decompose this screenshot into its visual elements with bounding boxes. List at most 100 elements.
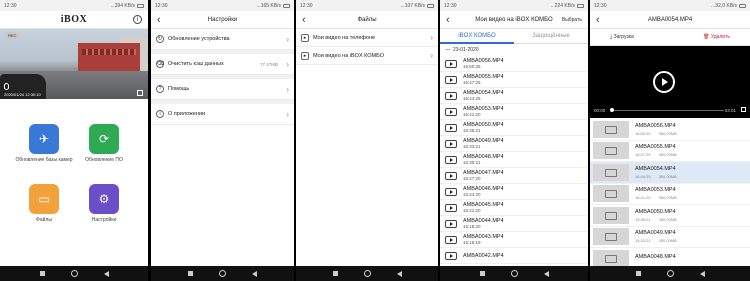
battery-icon — [137, 3, 144, 8]
live-view[interactable]: REC 2020/01/24 12:30:10 — [0, 29, 148, 99]
play-button[interactable] — [653, 71, 675, 93]
back-icon[interactable] — [396, 270, 402, 277]
system-nav-bar — [296, 266, 438, 281]
video-row[interactable]: AMBA0056.MP4 16:50:25 — [440, 56, 588, 72]
video-time: 15:36:21 — [463, 128, 481, 133]
tile-label: Настройки — [91, 217, 117, 223]
back-icon[interactable] — [103, 270, 109, 277]
settings-item-clear-cache[interactable]: ⌫ Очистить кэш данных 77,47MB › — [151, 54, 294, 75]
home-icon[interactable] — [510, 270, 518, 277]
tile-update-cameras[interactable]: ✈ Обновление базы камер — [14, 124, 74, 163]
video-name: AMBA0053.MP4 — [635, 187, 676, 194]
video-name: AMBA0048.MP4 — [635, 254, 676, 261]
tab-device[interactable]: iBOX КОМБО — [440, 29, 514, 44]
back-icon[interactable] — [543, 270, 549, 277]
video-row[interactable]: AMBA0044.MP4 15:18:20 — [440, 216, 588, 232]
home-icon[interactable] — [70, 270, 78, 277]
player-list-row[interactable]: AMBA0050.MP4 15:36:21 390,00MB — [590, 205, 750, 227]
delete-label: Удалить — [710, 34, 730, 40]
video-row[interactable]: AMBA0053.MP4 16:41:20 — [440, 104, 588, 120]
tile-label: Обновление базы камер — [15, 157, 73, 163]
player-list-row[interactable]: AMBA0053.MP4 16:41:20 390,00MB — [590, 184, 750, 205]
video-row[interactable]: AMBA0046.MP4 15:24:20 — [440, 184, 588, 200]
player-list-row[interactable]: AMBA0056.MP4 16:50:25 390,00MB — [590, 119, 750, 141]
files-item-device[interactable]: ▸ Мои видео на iBOX КОМБО › — [296, 47, 438, 65]
fullscreen-icon[interactable] — [741, 107, 746, 112]
recents-icon[interactable] — [635, 271, 641, 276]
video-icon: ▸ — [301, 51, 309, 60]
tab-protected[interactable]: Защищённые — [514, 29, 588, 44]
player-list-row[interactable]: AMBA0054.MP4 16:44:25 390,00MB — [590, 162, 750, 184]
back-arrow-icon[interactable]: ‹ — [157, 14, 169, 26]
video-name: AMBA0055.MP4 — [635, 144, 676, 151]
time-total: 03:01 — [724, 108, 736, 113]
video-time: 15:36:21 — [635, 216, 651, 222]
back-icon[interactable] — [699, 270, 705, 277]
video-row[interactable]: AMBA0047.MP4 15:27:20 — [440, 168, 588, 184]
files-item-phone[interactable]: ▸ Мои видео на телефоне › — [296, 29, 438, 47]
videos-tabs: iBOX КОМБО Защищённые — [440, 29, 588, 44]
home-icon[interactable] — [219, 270, 226, 277]
battery-icon — [739, 3, 746, 8]
date-group[interactable]: —23-01-2020 — [440, 44, 588, 56]
settings-item-about[interactable]: i О приложении › — [151, 104, 294, 125]
settings-label: О приложении — [168, 111, 206, 117]
player-list-row[interactable]: AMBA0049.MP4 15:33:21 390,00MB — [590, 227, 750, 248]
player-list-row[interactable]: AMBA0055.MP4 16:47:25 390,00MB — [590, 141, 750, 162]
settings-item-update[interactable]: ↻ Обновление устройства › — [151, 29, 294, 50]
video-row[interactable]: AMBA0050.MP4 15:36:21 — [440, 120, 588, 136]
home-icon[interactable] — [666, 270, 674, 277]
gear-icon: ⚙ — [89, 184, 119, 214]
recents-icon[interactable] — [332, 271, 338, 276]
recents-icon[interactable] — [479, 271, 485, 276]
video-row[interactable]: AMBA0042.MP4 — [440, 248, 588, 264]
delete-button[interactable]: 🗑 Удалить — [703, 34, 730, 40]
player-screen: 12:30 ...32,0 KB/s ‹ AMBA0054.MP4 ⤓ Загру… — [590, 0, 750, 281]
tile-files[interactable]: ▭ Файлы — [14, 184, 74, 223]
video-time: 15:33:21 — [635, 238, 651, 244]
play-icon — [662, 78, 668, 86]
video-time: 16:44:25 — [463, 96, 481, 101]
settings-item-help[interactable]: ? Помощь › — [151, 79, 294, 100]
seek-handle[interactable] — [610, 108, 614, 112]
tile-update-firmware[interactable]: ⟳ Обновление ПО — [74, 124, 134, 163]
fullscreen-icon[interactable] — [137, 90, 143, 96]
home-icon[interactable] — [363, 270, 371, 277]
video-row[interactable]: AMBA0049.MP4 15:33:21 — [440, 136, 588, 152]
video-time: 15:33:21 — [463, 144, 481, 149]
video-size: 390,00MB — [658, 173, 677, 179]
recents-icon[interactable] — [39, 271, 45, 276]
status-time: 12:30 — [155, 2, 168, 9]
video-row[interactable]: AMBA0043.MP4 15:15:19 — [440, 232, 588, 248]
mic-icon[interactable] — [4, 83, 9, 90]
select-button[interactable]: Выбрать — [562, 17, 582, 23]
network-speed: ...394 KB/s — [110, 2, 135, 9]
back-arrow-icon[interactable]: ‹ — [446, 14, 458, 26]
video-time: 15:27:20 — [463, 176, 481, 181]
video-row[interactable]: AMBA0055.MP4 16:47:25 — [440, 72, 588, 88]
tile-settings[interactable]: ⚙ Настройки — [74, 184, 134, 223]
ibox-logo: iBOX — [60, 14, 88, 25]
video-time: 16:47:25 — [635, 152, 651, 158]
play-icon — [445, 155, 457, 164]
video-row[interactable]: AMBA0048.MP4 15:30:21 — [440, 152, 588, 168]
chevron-right-icon: › — [286, 109, 289, 119]
play-icon — [445, 123, 457, 132]
battery-icon — [427, 3, 434, 8]
back-arrow-icon[interactable]: ‹ — [302, 14, 314, 26]
recents-icon[interactable] — [188, 271, 193, 276]
video-row[interactable]: AMBA0045.MP4 15:21:20 — [440, 200, 588, 216]
back-arrow-icon[interactable]: ‹ — [596, 14, 608, 26]
video-thumbnail — [593, 206, 629, 224]
trash-icon: 🗑 — [703, 34, 711, 40]
video-player[interactable]: 00:00 03:01 — [590, 46, 750, 118]
info-icon[interactable]: i — [133, 15, 142, 24]
status-bar: 12:30 ...394 KB/s — [0, 0, 148, 11]
tile-label: Обновление ПО — [85, 157, 123, 163]
seek-bar[interactable]: 00:00 03:01 — [590, 107, 750, 115]
video-time: 15:15:19 — [463, 240, 481, 245]
back-icon[interactable] — [252, 270, 257, 277]
video-row[interactable]: AMBA0054.MP4 16:44:25 — [440, 88, 588, 104]
video-time: 16:50:25 — [635, 130, 651, 136]
download-button[interactable]: ⤓ Загрузка — [610, 34, 634, 40]
